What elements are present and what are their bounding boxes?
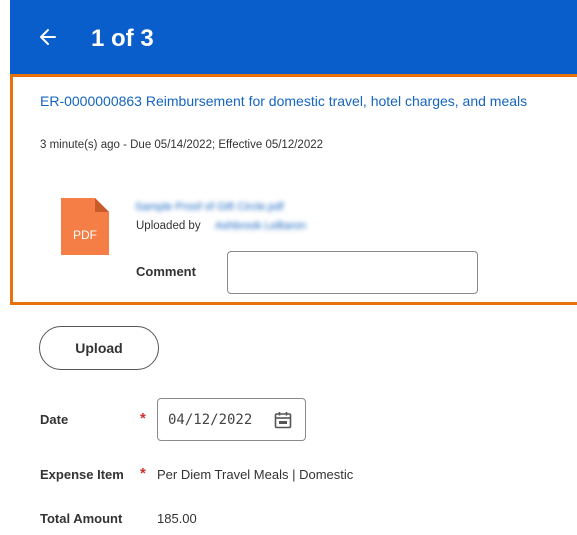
expense-item-value: Per Diem Travel Meals | Domestic bbox=[157, 467, 354, 482]
comment-input[interactable] bbox=[227, 251, 478, 294]
arrow-left-icon-svg bbox=[40, 29, 56, 45]
total-amount-value: 185.00 bbox=[157, 511, 197, 526]
expense-report-link[interactable]: ER-0000000863 Reimbursement for domestic… bbox=[40, 92, 527, 110]
calendar-icon[interactable] bbox=[273, 410, 293, 430]
expense-item-label: Expense Item bbox=[40, 467, 124, 482]
expense-item-required-marker: * bbox=[140, 465, 146, 482]
arrow-left-icon[interactable] bbox=[38, 22, 62, 52]
attachment-file-name[interactable]: Sample Proof of Gift Circle.pdf bbox=[135, 200, 284, 214]
page-title: 1 of 3 bbox=[91, 25, 154, 52]
date-required-marker: * bbox=[140, 410, 146, 427]
comment-label: Comment bbox=[136, 264, 196, 279]
date-value: 04/12/2022 bbox=[168, 412, 253, 428]
task-meta-text: 3 minute(s) ago - Due 05/14/2022; Effect… bbox=[40, 139, 324, 151]
upload-button-label: Upload bbox=[75, 340, 123, 356]
uploaded-by-name[interactable]: Ashbrook LeBaron bbox=[215, 219, 306, 233]
pdf-file-type-label: PDF bbox=[73, 228, 97, 242]
date-label: Date bbox=[40, 412, 69, 427]
upload-button[interactable]: Upload bbox=[39, 326, 159, 370]
date-input[interactable]: 04/12/2022 bbox=[157, 398, 306, 441]
total-amount-label: Total Amount bbox=[40, 511, 123, 526]
uploaded-by-label: Uploaded by bbox=[136, 220, 201, 232]
page-header: 1 of 3 bbox=[10, 0, 577, 75]
